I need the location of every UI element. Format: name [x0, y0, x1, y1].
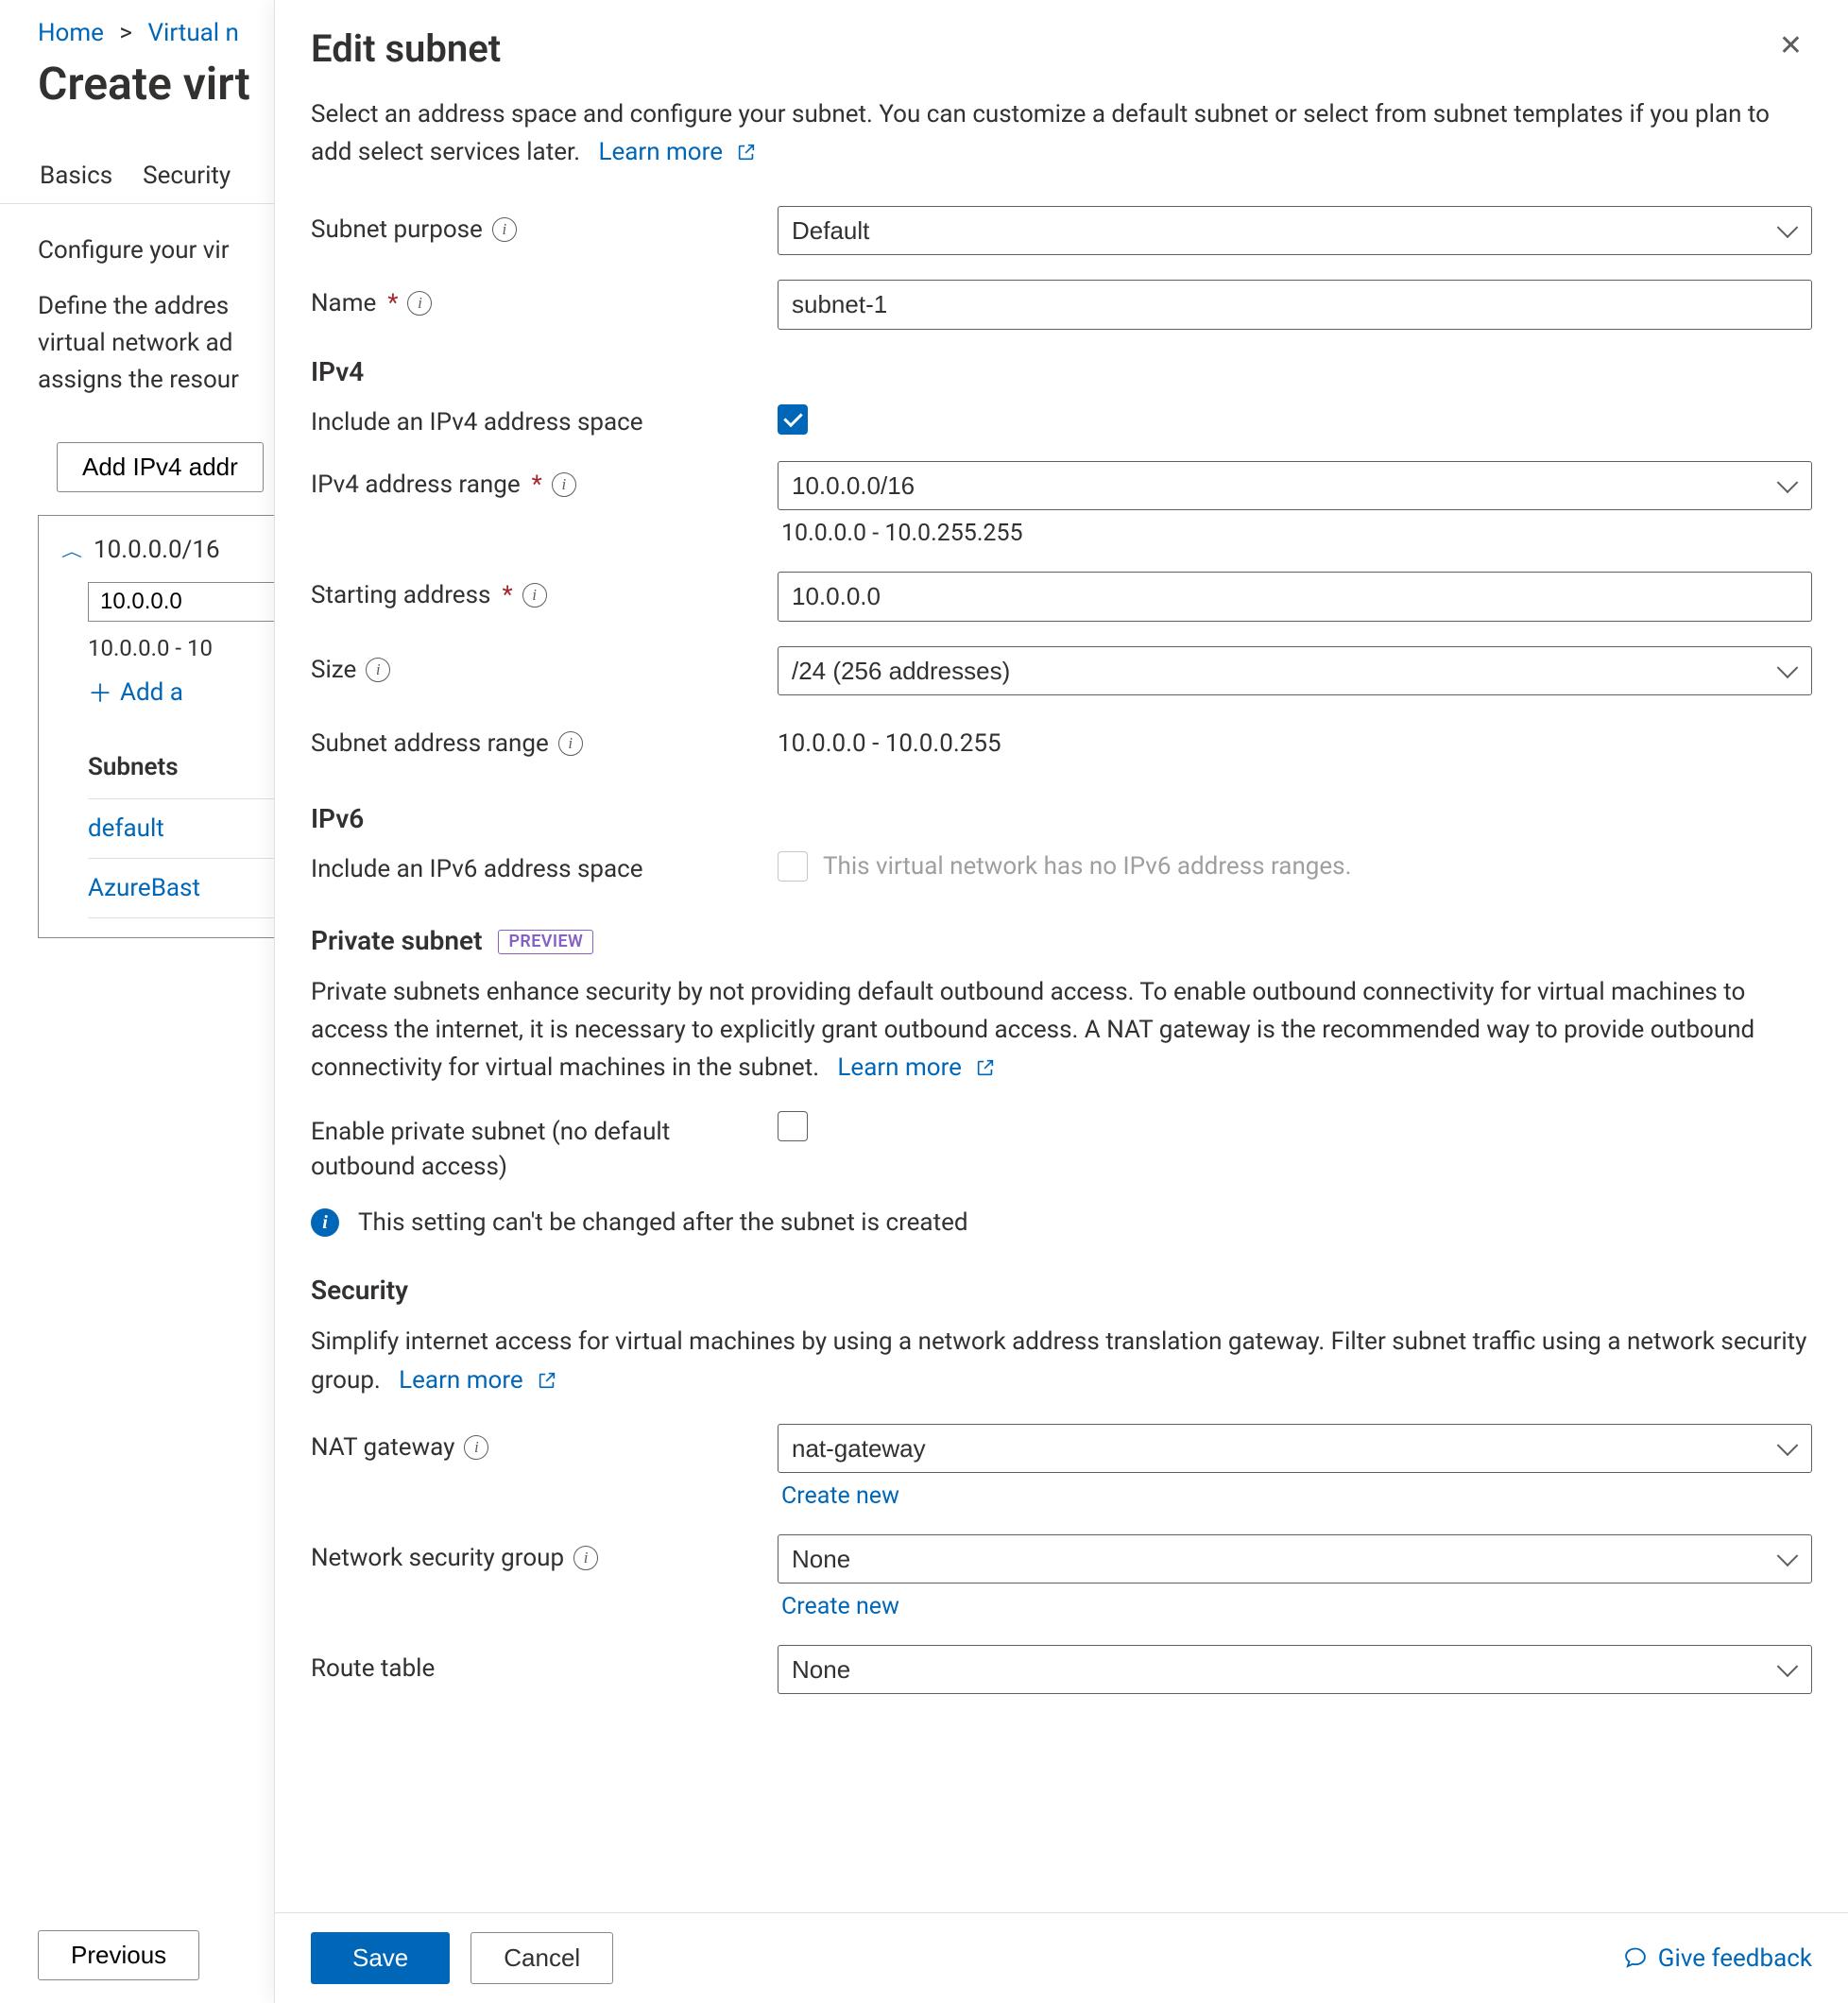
- private-subnet-heading: Private subnet PREVIEW: [311, 925, 1812, 956]
- size-select[interactable]: /24 (256 addresses): [778, 646, 1812, 695]
- info-icon[interactable]: i: [492, 217, 517, 242]
- ipv6-section-heading: IPv6: [311, 803, 1812, 834]
- nat-create-new-link[interactable]: Create new: [781, 1482, 899, 1510]
- starting-address-input[interactable]: [778, 572, 1812, 622]
- security-description: Simplify internet access for virtual mac…: [311, 1323, 1812, 1399]
- ipv4-range-label: IPv4 address range* i: [311, 461, 778, 499]
- previous-button[interactable]: Previous: [38, 1930, 199, 1980]
- save-button[interactable]: Save: [311, 1932, 450, 1984]
- enable-private-subnet-label: Enable private subnet (no default outbou…: [311, 1111, 778, 1184]
- chevron-up-icon[interactable]: ︿: [61, 539, 82, 560]
- panel-intro: Select an address space and configure yo…: [311, 95, 1812, 172]
- breadcrumb-home[interactable]: Home: [38, 19, 104, 47]
- ipv4-section-heading: IPv4: [311, 356, 1812, 387]
- preview-badge: PREVIEW: [498, 930, 593, 954]
- nsg-create-new-link[interactable]: Create new: [781, 1593, 899, 1620]
- route-table-label: Route table: [311, 1645, 778, 1683]
- info-icon[interactable]: i: [573, 1546, 598, 1570]
- info-icon[interactable]: i: [558, 731, 583, 756]
- ipv4-range-select[interactable]: 10.0.0.0/16: [778, 461, 1812, 510]
- cidr-header-text: 10.0.0.0/16: [94, 536, 220, 564]
- learn-more-link[interactable]: Learn more: [598, 138, 757, 166]
- include-ipv6-label: Include an IPv6 address space: [311, 851, 778, 883]
- subnet-purpose-label: Subnet purpose i: [311, 206, 778, 244]
- info-icon[interactable]: i: [407, 291, 432, 316]
- subnet-purpose-select[interactable]: Default: [778, 206, 1812, 255]
- panel-footer: Save Cancel Give feedback: [275, 1912, 1848, 2003]
- learn-more-security-link[interactable]: Learn more: [399, 1366, 557, 1395]
- include-ipv6-checkbox: [778, 851, 808, 882]
- name-label: Name* i: [311, 280, 778, 317]
- close-icon[interactable]: ✕: [1770, 26, 1812, 66]
- feedback-icon: [1622, 1945, 1649, 1972]
- subnet-address-range-label: Subnet address range i: [311, 720, 778, 758]
- subnet-address-range-value: 10.0.0.0 - 10.0.0.255: [778, 720, 1812, 758]
- info-icon[interactable]: i: [552, 472, 576, 497]
- nsg-select[interactable]: None: [778, 1534, 1812, 1584]
- private-subnet-info-callout: i This setting can't be changed after th…: [311, 1208, 1812, 1237]
- edit-subnet-panel: Edit subnet ✕ Select an address space an…: [274, 0, 1848, 2003]
- breadcrumb-virtual-networks[interactable]: Virtual n: [147, 19, 238, 47]
- tab-security[interactable]: Security: [141, 148, 232, 203]
- info-icon[interactable]: i: [464, 1435, 488, 1460]
- learn-more-private-link[interactable]: Learn more: [837, 1053, 996, 1082]
- security-section-heading: Security: [311, 1275, 1812, 1306]
- size-label: Size i: [311, 646, 778, 684]
- route-table-select[interactable]: None: [778, 1645, 1812, 1694]
- cancel-button[interactable]: Cancel: [471, 1932, 613, 1984]
- enable-private-subnet-checkbox[interactable]: [778, 1111, 808, 1141]
- tab-basics[interactable]: Basics: [38, 148, 114, 203]
- external-link-icon: [537, 1361, 557, 1399]
- panel-title: Edit subnet: [311, 26, 501, 71]
- private-subnet-description: Private subnets enhance security by not …: [311, 973, 1812, 1087]
- nat-gateway-select[interactable]: nat-gateway: [778, 1424, 1812, 1473]
- ipv6-disabled-text: This virtual network has no IPv6 address…: [823, 852, 1351, 881]
- give-feedback-link[interactable]: Give feedback: [1622, 1944, 1812, 1973]
- ipv4-range-helper: 10.0.0.0 - 10.0.255.255: [778, 520, 1812, 547]
- starting-address-label: Starting address* i: [311, 572, 778, 609]
- external-link-icon: [736, 133, 757, 171]
- nsg-label: Network security group i: [311, 1534, 778, 1572]
- plus-icon: ＋: [88, 675, 112, 710]
- wizard-footer: Previous: [38, 1930, 199, 1980]
- nat-gateway-label: NAT gateway i: [311, 1424, 778, 1462]
- info-icon[interactable]: i: [522, 583, 547, 608]
- breadcrumb-separator: >: [119, 19, 132, 47]
- include-ipv4-label: Include an IPv4 address space: [311, 404, 778, 437]
- name-input[interactable]: [778, 280, 1812, 330]
- add-ipv4-address-space-button[interactable]: Add IPv4 addr: [57, 442, 264, 492]
- external-link-icon: [975, 1049, 996, 1087]
- info-icon[interactable]: i: [366, 658, 390, 682]
- include-ipv4-checkbox[interactable]: [778, 404, 808, 435]
- info-solid-icon: i: [311, 1208, 339, 1237]
